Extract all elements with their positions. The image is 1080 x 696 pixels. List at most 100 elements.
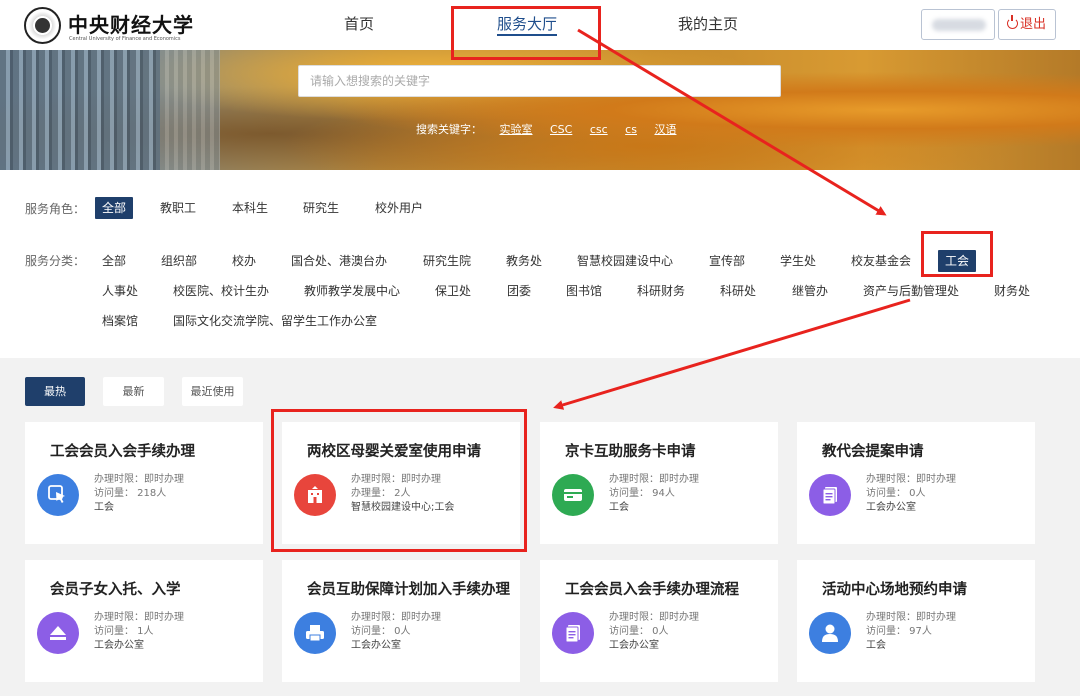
role-filter-undergrad[interactable]: 本科生 — [232, 197, 268, 219]
card-department: 工会办公室 — [609, 640, 659, 651]
hot-keyword[interactable]: 汉语 — [654, 123, 676, 136]
category-item[interactable]: 校医院、校计生办 — [173, 280, 269, 302]
role-filter-external[interactable]: 校外用户 — [375, 197, 423, 219]
category-item[interactable]: 继管办 — [792, 280, 828, 302]
hot-keywords-label: 搜索关键字： — [416, 123, 482, 136]
document-icon — [809, 474, 851, 516]
card-department: 工会办公室 — [94, 640, 144, 651]
card-time-limit: 办理时限：即时办理 — [866, 612, 956, 623]
category-item[interactable]: 团委 — [507, 280, 531, 302]
banner-building-image — [0, 50, 160, 170]
hot-keyword[interactable]: 实验室 — [500, 123, 533, 136]
role-filter-staff[interactable]: 教职工 — [160, 197, 196, 219]
user-icon — [809, 612, 851, 654]
service-card[interactable]: 活动中心场地预约申请 办理时限：即时办理 访问量： 97人 工会 — [797, 560, 1035, 682]
category-item[interactable]: 校友基金会 — [851, 250, 911, 272]
cursor-click-icon — [37, 474, 79, 516]
search-input[interactable]: 请输入想搜索的关键字 — [298, 65, 781, 97]
card-meta: 办理时限：即时办理 访问量： 97人 工会 — [866, 611, 956, 653]
service-card[interactable]: 京卡互助服务卡申请 办理时限：即时办理 访问量： 94人 工会 — [540, 422, 778, 544]
eject-icon — [37, 612, 79, 654]
service-card[interactable]: 教代会提案申请 办理时限：即时办理 访问量： 0人 工会办公室 — [797, 422, 1035, 544]
card-meta: 办理时限：即时办理 访问量： 94人 工会 — [609, 473, 699, 515]
card-meta: 办理时限：即时办理 访问量： 0人 工会办公室 — [866, 473, 956, 515]
highlight-box-union — [921, 231, 993, 277]
role-filter-all[interactable]: 全部 — [95, 197, 134, 219]
category-item[interactable]: 人事处 — [102, 280, 138, 302]
service-card[interactable]: 会员子女入托、入学 办理时限：即时办理 访问量： 1人 工会办公室 — [25, 560, 263, 682]
category-item[interactable]: 智慧校园建设中心 — [577, 250, 673, 272]
card-time-limit: 办理时限：即时办理 — [609, 474, 699, 485]
card-title: 教代会提案申请 — [822, 444, 924, 460]
card-department: 工会办公室 — [351, 640, 401, 651]
card-visits: 访问量： 1人 — [94, 626, 154, 637]
highlight-box-card — [271, 409, 527, 552]
category-item[interactable]: 科研财务 — [637, 280, 685, 302]
banner-building-image-2 — [160, 50, 220, 170]
card-time-limit: 办理时限：即时办理 — [351, 612, 441, 623]
tab-newest[interactable]: 最新 — [103, 377, 164, 406]
card-time-limit: 办理时限：即时办理 — [94, 612, 184, 623]
hot-keyword[interactable]: CSC — [550, 123, 572, 136]
user-account-button[interactable] — [921, 9, 995, 40]
document-icon — [552, 612, 594, 654]
highlight-box-service-hall — [451, 6, 601, 60]
category-item[interactable]: 教务处 — [506, 250, 542, 272]
card-time-limit: 办理时限：即时办理 — [609, 612, 699, 623]
university-seal-icon — [24, 7, 61, 44]
role-filter-label: 服务角色： — [25, 202, 86, 216]
card-department: 工会办公室 — [866, 502, 916, 513]
hot-keyword[interactable]: cs — [625, 123, 637, 136]
card-title: 工会会员入会手续办理流程 — [565, 582, 739, 598]
printer-icon — [294, 612, 336, 654]
category-item[interactable]: 财务处 — [994, 280, 1030, 302]
category-item[interactable]: 资产与后勤管理处 — [863, 280, 959, 302]
service-card[interactable]: 会员互助保障计划加入手续办理 办理时限：即时办理 访问量： 0人 工会办公室 — [282, 560, 520, 682]
category-item[interactable]: 国际文化交流学院、留学生工作办公室 — [173, 310, 377, 332]
category-item[interactable]: 科研处 — [720, 280, 756, 302]
category-item[interactable]: 全部 — [102, 250, 126, 272]
logo-chinese-name: 中央财经大学 — [68, 13, 194, 37]
card-title: 京卡互助服务卡申请 — [565, 444, 696, 460]
tab-recently-used[interactable]: 最近使用 — [182, 377, 243, 406]
category-item[interactable]: 宣传部 — [709, 250, 745, 272]
card-icon — [552, 474, 594, 516]
category-item[interactable]: 组织部 — [161, 250, 197, 272]
card-time-limit: 办理时限：即时办理 — [866, 474, 956, 485]
nav-my-homepage[interactable]: 我的主页 — [678, 0, 738, 50]
category-item[interactable]: 校办 — [232, 250, 256, 272]
card-visits: 访问量： 0人 — [609, 626, 669, 637]
card-visits: 访问量： 97人 — [866, 626, 932, 637]
card-visits: 访问量： 0人 — [351, 626, 411, 637]
category-item[interactable]: 国合处、港澳台办 — [291, 250, 387, 272]
blurred-username — [932, 19, 986, 31]
role-filter-graduate[interactable]: 研究生 — [303, 197, 339, 219]
category-item[interactable]: 图书馆 — [566, 280, 602, 302]
card-title: 会员互助保障计划加入手续办理 — [307, 582, 510, 598]
filter-panel: 服务角色： 全部 教职工 本科生 研究生 校外用户 服务分类： 全部 组织部 校… — [0, 170, 1080, 358]
hot-keyword[interactable]: csc — [590, 123, 608, 136]
card-meta: 办理时限：即时办理 访问量： 0人 工会办公室 — [351, 611, 441, 653]
card-title: 工会会员入会手续办理 — [50, 444, 195, 460]
service-card[interactable]: 工会会员入会手续办理 办理时限：即时办理 访问量： 218人 工会 — [25, 422, 263, 544]
service-card[interactable]: 工会会员入会手续办理流程 办理时限：即时办理 访问量： 0人 工会办公室 — [540, 560, 778, 682]
hot-keywords: 搜索关键字： 实验室 CSC csc cs 汉语 — [416, 121, 676, 137]
university-logo[interactable]: 中央财经大学 Central University of Finance and… — [24, 7, 193, 45]
power-icon — [1007, 15, 1018, 29]
card-visits: 访问量： 218人 — [94, 488, 167, 499]
tab-hottest[interactable]: 最热 — [25, 377, 85, 406]
card-department: 工会 — [94, 502, 114, 513]
category-item[interactable]: 研究生院 — [423, 250, 471, 272]
category-item[interactable]: 档案馆 — [102, 310, 138, 332]
logout-button[interactable]: 退出 — [998, 9, 1056, 40]
card-department: 工会 — [866, 640, 886, 651]
card-meta: 办理时限：即时办理 访问量： 0人 工会办公室 — [609, 611, 699, 653]
card-department: 工会 — [609, 502, 629, 513]
category-item[interactable]: 教师教学发展中心 — [304, 280, 400, 302]
logout-label: 退出 — [1020, 17, 1047, 32]
category-item[interactable]: 保卫处 — [435, 280, 471, 302]
card-meta: 办理时限：即时办理 访问量： 1人 工会办公室 — [94, 611, 184, 653]
category-item[interactable]: 学生处 — [780, 250, 816, 272]
nav-home[interactable]: 首页 — [344, 0, 374, 50]
card-visits: 访问量： 0人 — [866, 488, 926, 499]
